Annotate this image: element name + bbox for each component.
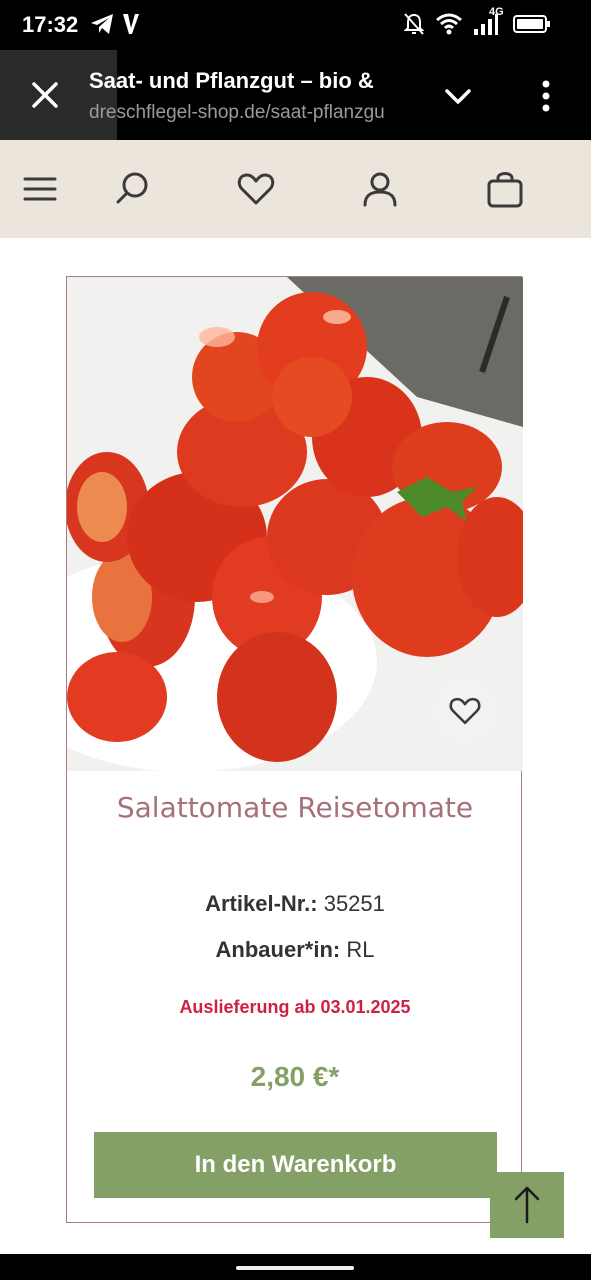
scroll-to-top-button[interactable] xyxy=(490,1172,564,1238)
signal-icon: 4G xyxy=(473,6,504,36)
add-to-cart-button[interactable]: In den Warenkorb xyxy=(94,1132,497,1198)
telegram-icon xyxy=(91,14,113,34)
shopping-bag-icon[interactable] xyxy=(485,169,525,209)
status-time: 17:32 xyxy=(22,12,79,37)
arrow-up-icon xyxy=(514,1186,540,1224)
url-text[interactable]: dreschflegel-shop.de/saat-pflanzgu xyxy=(89,102,413,124)
navigation-bar xyxy=(0,1254,591,1280)
grower-row: Anbauer*in: RL xyxy=(67,937,523,963)
product-card[interactable]: Salattomate Reisetomate Artikel-Nr.: 352… xyxy=(66,276,523,1223)
product-price: 2,80 €* xyxy=(250,1061,340,1092)
home-gesture-handle[interactable] xyxy=(236,1266,354,1270)
site-header xyxy=(0,140,591,238)
browser-toolbar: Saat- und Pflanzgut – bio & dreschflegel… xyxy=(0,50,591,140)
status-right-icons: 4G xyxy=(403,6,551,36)
bell-off-icon xyxy=(403,13,425,35)
page-title: Saat- und Pflanzgut – bio & xyxy=(89,68,374,93)
search-icon[interactable] xyxy=(112,169,152,209)
battery-icon xyxy=(513,15,550,33)
product-title[interactable]: Salattomate Reisetomate xyxy=(67,791,523,824)
heart-icon[interactable] xyxy=(236,169,276,209)
more-options-icon[interactable] xyxy=(530,78,562,114)
chevron-down-icon[interactable] xyxy=(442,80,474,112)
grower-label: Anbauer*in: xyxy=(215,937,341,962)
user-icon[interactable] xyxy=(360,169,400,209)
wishlist-button[interactable] xyxy=(433,679,497,743)
grower-value: RL xyxy=(346,937,375,962)
close-icon[interactable] xyxy=(28,78,62,112)
network-label: 4G xyxy=(489,6,504,18)
article-number-row: Artikel-Nr.: 35251 xyxy=(67,891,523,917)
status-left-icons xyxy=(90,12,140,36)
delivery-notice: Auslieferung ab 03.01.2025 xyxy=(179,997,411,1017)
article-number-value: 35251 xyxy=(323,891,385,916)
heart-icon xyxy=(449,697,481,725)
article-number-label: Artikel-Nr.: xyxy=(205,891,318,916)
status-bar: 17:32 4G xyxy=(0,0,591,50)
v-app-icon xyxy=(123,14,139,34)
wifi-icon xyxy=(436,13,462,35)
menu-icon[interactable] xyxy=(20,169,60,209)
